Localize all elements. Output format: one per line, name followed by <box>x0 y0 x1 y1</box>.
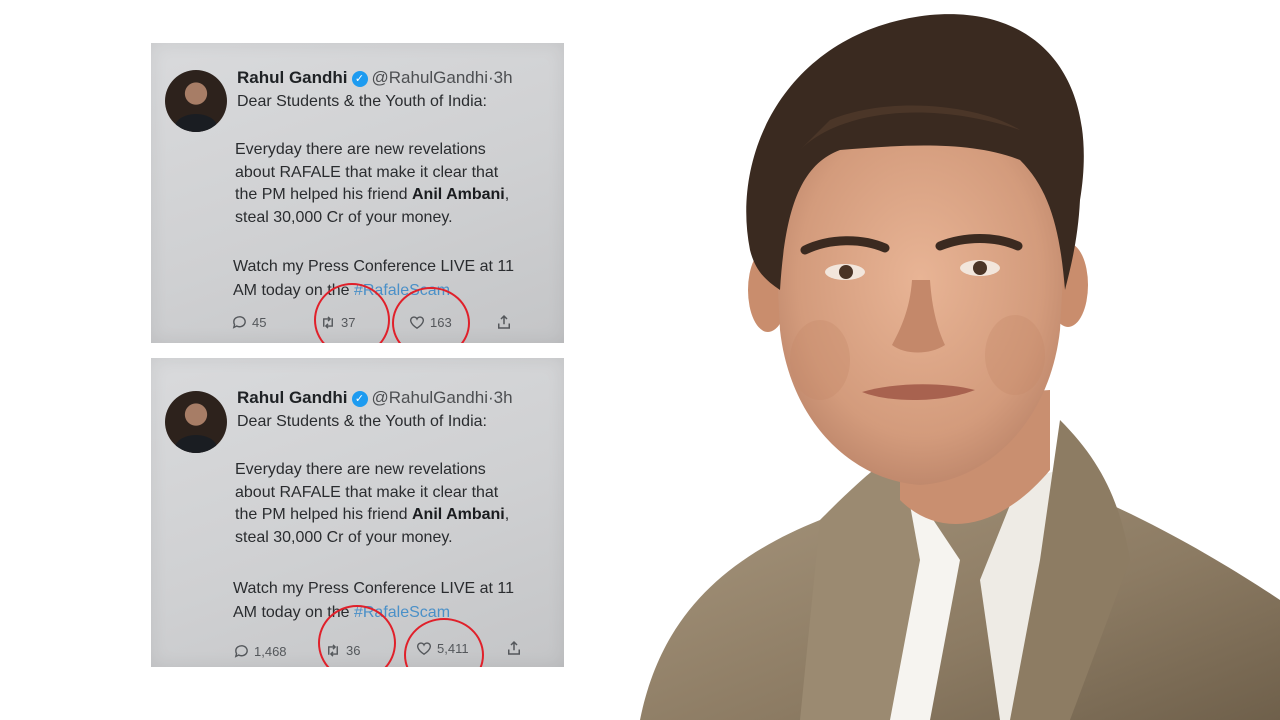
reply-button[interactable]: 45 <box>231 314 266 331</box>
share-button[interactable] <box>495 313 513 331</box>
reply-count: 45 <box>252 315 267 330</box>
tweet-body-line: Everyday there are new revelations <box>235 141 486 158</box>
reply-icon <box>232 316 246 329</box>
bold-name: Anil Ambani <box>412 506 505 523</box>
tweet-screenshot-1: Rahul Gandhi ✓ @RahulGandhi·3h Dear Studen… <box>151 43 564 343</box>
bold-name: Anil Ambani <box>412 186 505 203</box>
like-button[interactable]: 5,411 <box>415 640 469 657</box>
reply-count: 1,468 <box>254 644 287 659</box>
tweet-time: 3h <box>493 388 513 407</box>
retweet-icon <box>323 316 333 329</box>
share-button[interactable] <box>505 639 523 657</box>
tweet-body-line: the PM helped his friend Anil Ambani, <box>235 186 510 203</box>
tweet-body-line: about RAFALE that make it clear that <box>235 483 499 501</box>
like-count: 5,411 <box>437 641 469 656</box>
retweet-count: 36 <box>346 643 361 658</box>
tweet-header: Rahul Gandhi ✓ @RahulGandhi·3h <box>237 68 513 87</box>
profile-avatar[interactable] <box>165 70 227 132</box>
like-icon <box>416 642 432 656</box>
tweet-cta: Watch my Press Conference LIVE at 11 AM … <box>233 580 515 621</box>
reply-icon <box>234 645 248 658</box>
like-count: 163 <box>430 315 452 330</box>
retweet-count: 37 <box>341 315 356 330</box>
share-icon <box>498 314 510 329</box>
hashtag-link[interactable]: #RafaleScam <box>354 282 450 299</box>
portrait-photo <box>640 14 1280 720</box>
tweet-time: 3h <box>493 68 513 87</box>
tweet-cta: Watch my Press Conference LIVE at 11 AM … <box>233 258 515 299</box>
tweet-body-line: Everyday there are new revelations <box>235 461 486 478</box>
verified-badge-icon: ✓ <box>351 391 368 407</box>
author-name[interactable]: Rahul Gandhi <box>237 388 348 407</box>
author-handle[interactable]: @RahulGandhi <box>372 388 489 407</box>
tweet-body-line: steal 30,000 Cr of your money. <box>235 208 453 226</box>
like-button[interactable]: 163 <box>408 314 452 331</box>
tweet-body: Everyday there are new revelations about… <box>235 459 555 549</box>
tweet-greeting: Dear Students & the Youth of India: <box>237 93 487 110</box>
tweet-greeting: Dear Students & the Youth of India: <box>237 413 487 430</box>
hashtag-link[interactable]: #RafaleScam <box>354 604 450 621</box>
author-name[interactable]: Rahul Gandhi <box>237 68 348 87</box>
author-handle[interactable]: @RahulGandhi <box>372 68 489 87</box>
reply-button[interactable]: 1,468 <box>233 643 287 660</box>
verified-badge-icon: ✓ <box>351 71 368 87</box>
retweet-button[interactable]: 37 <box>319 314 355 331</box>
retweet-button[interactable]: 36 <box>324 642 360 659</box>
retweet-icon <box>328 644 338 657</box>
tweet-body-line: steal 30,000 Cr of your money. <box>235 528 453 546</box>
tweet-body-line: the PM helped his friend Anil Ambani, <box>235 506 510 523</box>
share-icon <box>508 640 520 655</box>
profile-avatar[interactable] <box>165 391 227 453</box>
tweet-header: Rahul Gandhi ✓ @RahulGandhi·3h <box>237 388 513 407</box>
tweet-body-line: about RAFALE that make it clear that <box>235 163 499 181</box>
tweet-body: Everyday there are new revelations about… <box>235 139 555 229</box>
tweet-screenshot-2: Rahul Gandhi ✓ @RahulGandhi·3h Dear Studen… <box>151 358 564 667</box>
like-icon <box>409 316 425 330</box>
